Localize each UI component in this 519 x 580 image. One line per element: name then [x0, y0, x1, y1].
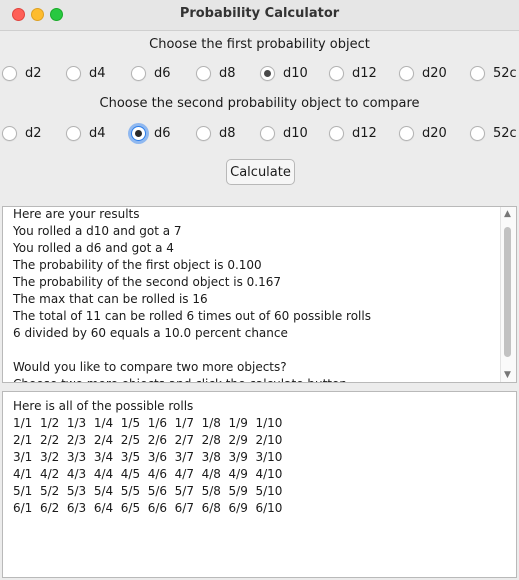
second-radio-52c[interactable]: 52c	[470, 123, 517, 143]
calculate-button[interactable]: Calculate	[226, 159, 295, 185]
rolls-line: 1/1 1/2 1/3 1/4 1/5 1/6 1/7 1/8 1/9 1/10	[13, 416, 283, 430]
radio-label: 52c	[493, 65, 517, 81]
radio-label: d4	[89, 125, 106, 141]
radio-circle-icon[interactable]	[399, 125, 414, 141]
second-radio-d8[interactable]: d8	[196, 123, 236, 143]
first-radio-d12[interactable]: d12	[329, 63, 377, 83]
radio-circle-icon[interactable]	[196, 125, 211, 141]
radio-label: d20	[422, 125, 447, 141]
scroll-down-arrow-icon[interactable]: ▼	[504, 370, 511, 380]
radio-circle-icon[interactable]	[470, 125, 485, 141]
first-radio-d4[interactable]: d4	[66, 63, 106, 83]
results-text: Here are your results You rolled a d10 an…	[13, 207, 371, 382]
first-object-heading: Choose the first probability object	[149, 37, 370, 52]
title-bar: Probability Calculator	[0, 0, 519, 31]
radio-circle-icon[interactable]	[399, 65, 414, 81]
radio-circle-icon[interactable]	[66, 65, 81, 81]
rolls-line: 3/1 3/2 3/3 3/4 3/5 3/6 3/7 3/8 3/9 3/10	[13, 450, 283, 464]
second-radio-d20[interactable]: d20	[399, 123, 447, 143]
results-line: 6 divided by 60 equals a 10.0 percent ch…	[13, 326, 288, 340]
radio-circle-icon[interactable]	[131, 65, 146, 81]
radio-label: d12	[352, 125, 377, 141]
second-radio-d2[interactable]: d2	[2, 123, 42, 143]
second-radio-d6[interactable]: d6	[131, 123, 171, 143]
radio-circle-icon[interactable]	[329, 65, 344, 81]
radio-label: d10	[283, 65, 308, 81]
results-text-area[interactable]: Here are your results You rolled a d10 an…	[2, 206, 517, 383]
first-radio-52c[interactable]: 52c	[470, 63, 517, 83]
radio-circle-icon[interactable]	[329, 125, 344, 141]
results-line: You rolled a d10 and got a 7	[13, 224, 182, 238]
possible-rolls-text: Here is all of the possible rolls 1/1 1/2…	[13, 398, 282, 517]
radio-label: d4	[89, 65, 106, 81]
results-line: The max that can be rolled is 16	[13, 292, 208, 306]
results-scrollbar[interactable]: ▲ ▼	[500, 207, 516, 382]
second-radio-d12[interactable]: d12	[329, 123, 377, 143]
results-line: You rolled a d6 and got a 4	[13, 241, 174, 255]
radio-circle-icon[interactable]	[131, 125, 146, 141]
first-radio-d6[interactable]: d6	[131, 63, 171, 83]
radio-label: d6	[154, 65, 171, 81]
first-radio-d8[interactable]: d8	[196, 63, 236, 83]
rolls-line: 6/1 6/2 6/3 6/4 6/5 6/6 6/7 6/8 6/9 6/10	[13, 501, 283, 515]
first-object-radio-group: d2 d4 d6 d8 d10 d12 d20 52c	[0, 63, 519, 83]
possible-rolls-text-area[interactable]: Here is all of the possible rolls 1/1 1/2…	[2, 391, 517, 578]
radio-label: d6	[154, 125, 171, 141]
results-line: Here are your results	[13, 207, 140, 221]
radio-circle-icon[interactable]	[260, 125, 275, 141]
second-radio-d4[interactable]: d4	[66, 123, 106, 143]
scrollbar-thumb[interactable]	[504, 227, 511, 357]
radio-label: d8	[219, 125, 236, 141]
rolls-line: Here is all of the possible rolls	[13, 399, 194, 413]
first-radio-d10[interactable]: d10	[260, 63, 308, 83]
results-line: Would you like to compare two more objec…	[13, 360, 287, 374]
scroll-up-arrow-icon[interactable]: ▲	[504, 209, 511, 219]
radio-circle-icon[interactable]	[2, 125, 17, 141]
second-radio-d10[interactable]: d10	[260, 123, 308, 143]
radio-label: d20	[422, 65, 447, 81]
radio-circle-icon[interactable]	[66, 125, 81, 141]
radio-label: d12	[352, 65, 377, 81]
radio-label: d2	[25, 125, 42, 141]
radio-circle-icon[interactable]	[196, 65, 211, 81]
window-title: Probability Calculator	[179, 6, 340, 21]
second-object-heading: Choose the second probability object to …	[99, 96, 420, 111]
radio-label: d10	[283, 125, 308, 141]
results-line: Choose two more objects and click the ca…	[13, 376, 371, 382]
results-line: The probability of the first object is 0…	[13, 258, 262, 272]
radio-circle-icon[interactable]	[470, 65, 485, 81]
radio-label: d8	[219, 65, 236, 81]
results-line: The total of 11 can be rolled 6 times ou…	[13, 309, 371, 323]
rolls-line: 5/1 5/2 5/3 5/4 5/5 5/6 5/7 5/8 5/9 5/10	[13, 484, 283, 498]
radio-circle-icon[interactable]	[260, 65, 275, 81]
radio-circle-icon[interactable]	[2, 65, 17, 81]
radio-label: 52c	[493, 125, 517, 141]
results-line: The probability of the second object is …	[13, 275, 282, 289]
first-radio-d2[interactable]: d2	[2, 63, 42, 83]
rolls-line: 4/1 4/2 4/3 4/4 4/5 4/6 4/7 4/8 4/9 4/10	[13, 467, 283, 481]
first-radio-d20[interactable]: d20	[399, 63, 447, 83]
app-window: Probability Calculator Choose the first …	[0, 0, 519, 580]
second-object-radio-group: d2 d4 d6 d8 d10 d12 d20 52c	[0, 123, 519, 143]
rolls-line: 2/1 2/2 2/3 2/4 2/5 2/6 2/7 2/8 2/9 2/10	[13, 433, 283, 447]
results-line	[13, 342, 371, 359]
radio-label: d2	[25, 65, 42, 81]
